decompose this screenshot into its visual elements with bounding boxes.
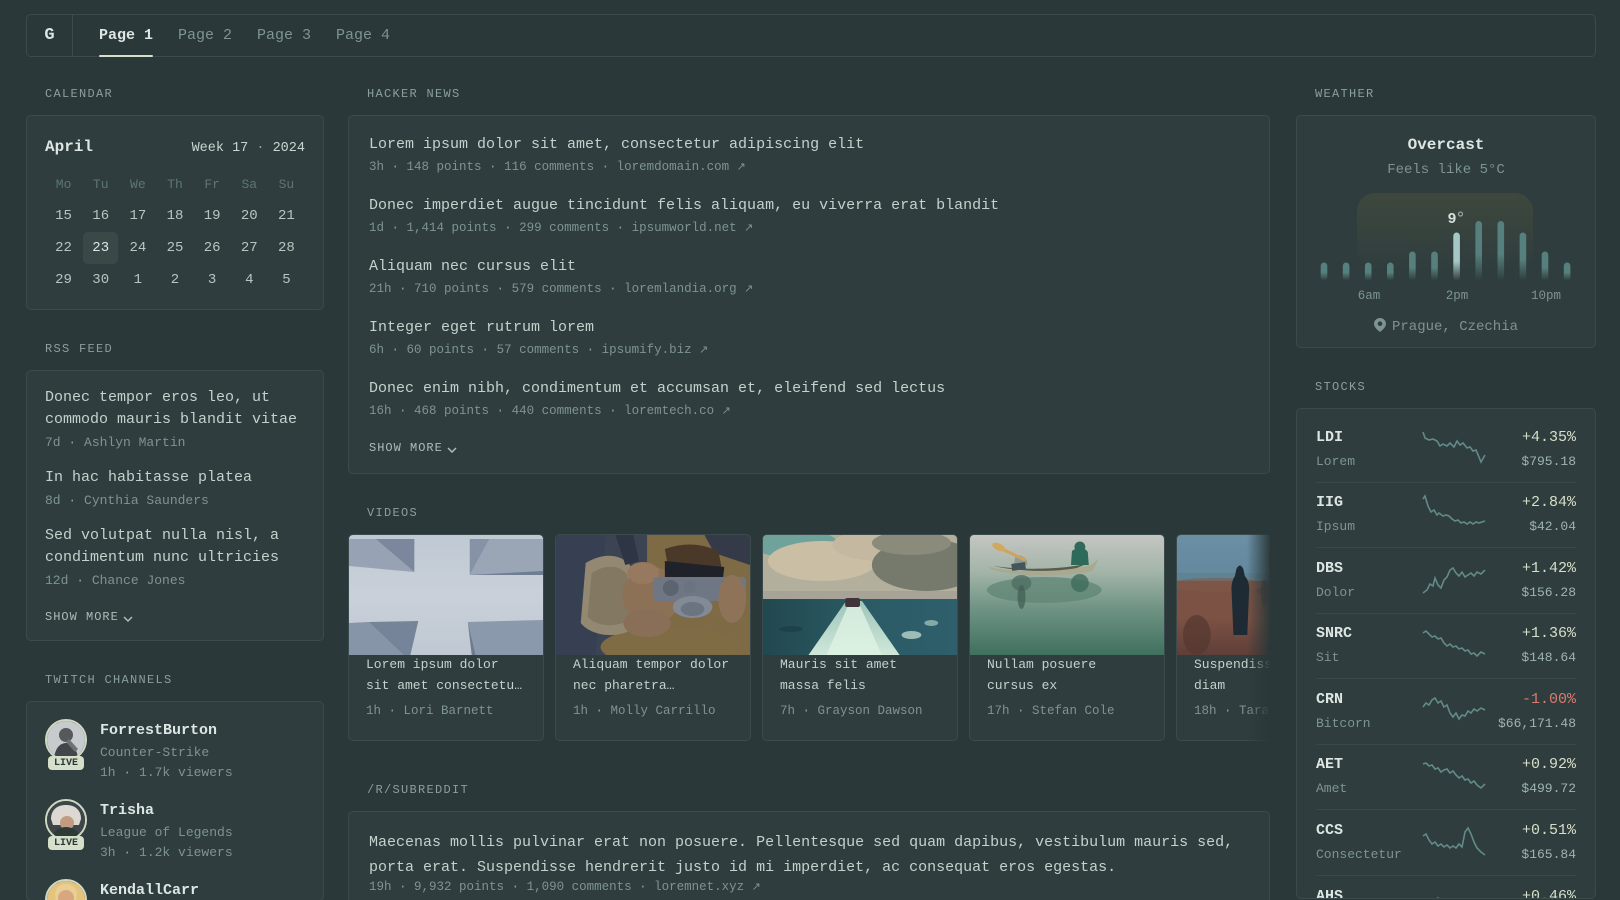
svg-text:9: 9 xyxy=(1447,211,1456,228)
